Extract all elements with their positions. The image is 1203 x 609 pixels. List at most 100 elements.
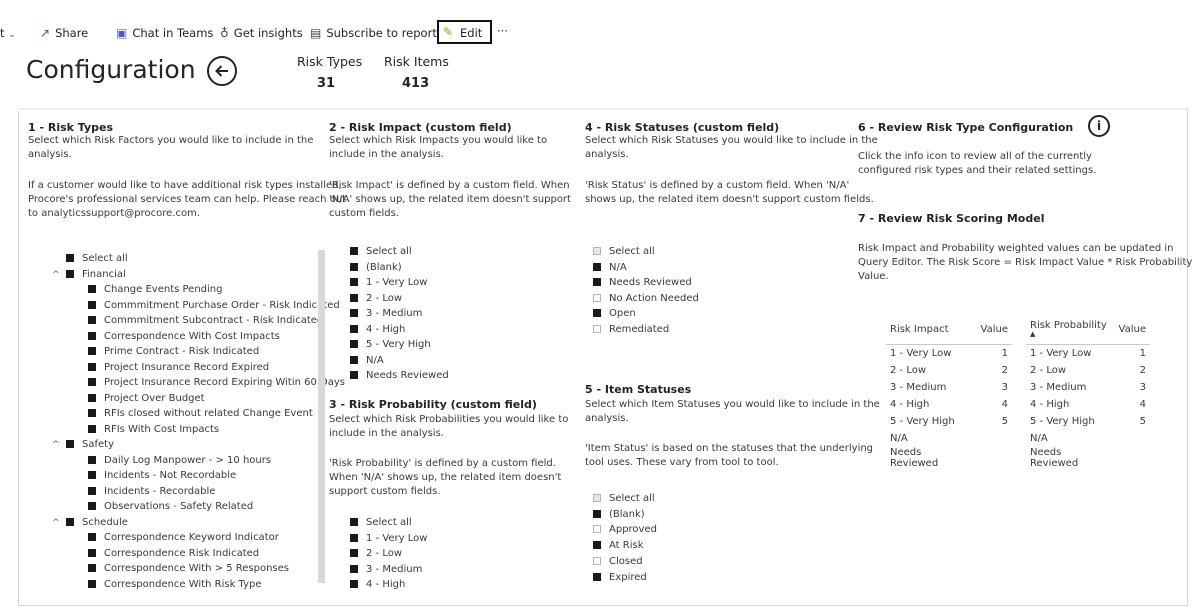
- share-button[interactable]: ↗ Share: [40, 26, 88, 40]
- edit-button[interactable]: ✎ Edit: [437, 20, 492, 44]
- checkbox-icon[interactable]: [88, 300, 96, 309]
- slicer-item[interactable]: Select all: [593, 245, 655, 259]
- slicer-item[interactable]: RFIs With Cost Impacts: [88, 423, 219, 437]
- slicer-item[interactable]: Select all: [350, 245, 412, 259]
- checkbox-icon[interactable]: [593, 494, 601, 502]
- checkbox-icon[interactable]: [66, 254, 74, 262]
- checkbox-icon[interactable]: [88, 316, 96, 324]
- checkbox-icon[interactable]: [88, 362, 96, 371]
- slicer-item[interactable]: Project Insurance Record Expiring Witin …: [88, 376, 345, 390]
- slicer-item[interactable]: Needs Reviewed: [350, 369, 449, 383]
- checkbox-icon[interactable]: [350, 533, 358, 542]
- checkbox-icon[interactable]: [88, 548, 96, 557]
- checkbox-icon[interactable]: [88, 455, 96, 464]
- collapse-caret-icon[interactable]: ^: [52, 438, 62, 452]
- checkbox-icon[interactable]: [350, 247, 358, 255]
- slicer-item[interactable]: Correspondence With Risk Type: [88, 578, 262, 592]
- slicer-item[interactable]: (Blank): [350, 261, 402, 275]
- checkbox-icon[interactable]: [593, 262, 601, 271]
- slicer-item[interactable]: Select all: [52, 252, 128, 266]
- checkbox-icon[interactable]: [88, 533, 96, 541]
- slicer-item[interactable]: 1 - Very Low: [350, 532, 427, 546]
- checkbox-icon[interactable]: [350, 355, 358, 364]
- slicer-item[interactable]: ^ Schedule: [52, 516, 128, 530]
- slicer-item[interactable]: Remediated: [593, 323, 669, 337]
- slicer-item[interactable]: Commmitment Purchase Order - Risk Indica…: [88, 299, 340, 313]
- checkbox-icon[interactable]: [88, 502, 96, 510]
- checkbox-icon[interactable]: [350, 293, 358, 302]
- collapse-caret-icon[interactable]: ^: [52, 268, 62, 282]
- slicer-item[interactable]: Needs Reviewed: [593, 276, 692, 290]
- checkbox-icon[interactable]: [88, 564, 96, 572]
- slicer-item[interactable]: Open: [593, 307, 636, 321]
- checkbox-icon[interactable]: [593, 572, 601, 581]
- checkbox-icon[interactable]: [88, 471, 96, 479]
- slicer-item[interactable]: Incidents - Not Recordable: [88, 469, 236, 483]
- checkbox-icon[interactable]: [350, 518, 358, 526]
- get-insights-button[interactable]: ♁ Get insights: [220, 26, 303, 40]
- collapse-caret-icon[interactable]: ^: [52, 516, 62, 530]
- slicer-item[interactable]: Project Over Budget: [88, 392, 205, 406]
- slicer-item[interactable]: 4 - High: [350, 323, 405, 337]
- slicer-item[interactable]: Incidents - Recordable: [88, 485, 215, 499]
- slicer-item[interactable]: Project Insurance Record Expired: [88, 361, 269, 375]
- checkbox-icon[interactable]: [350, 278, 358, 286]
- slicer-item[interactable]: N/A: [350, 354, 384, 368]
- slicer-item[interactable]: ^ Financial: [52, 268, 126, 282]
- checkbox-icon[interactable]: [593, 293, 601, 302]
- export-menu-button[interactable]: t ⌄: [0, 26, 16, 40]
- slicer-item[interactable]: Correspondence Risk Indicated: [88, 547, 259, 561]
- slicer-item[interactable]: 3 - Medium: [350, 563, 422, 577]
- checkbox-icon[interactable]: [593, 278, 601, 286]
- slicer-item[interactable]: 2 - Low: [350, 547, 402, 561]
- slicer-item[interactable]: Prime Contract - Risk Indicated: [88, 345, 259, 359]
- checkbox-icon[interactable]: [66, 269, 74, 278]
- slicer-item[interactable]: 2 - Low: [350, 292, 402, 306]
- slicer-item[interactable]: Correspondence With > 5 Responses: [88, 562, 289, 576]
- slicer-item[interactable]: 1 - Very Low: [350, 276, 427, 290]
- slicer-item[interactable]: Select all: [350, 516, 412, 530]
- checkbox-icon[interactable]: [66, 440, 74, 448]
- slicer-item[interactable]: Approved: [593, 523, 657, 537]
- slicer-item[interactable]: Closed: [593, 555, 643, 569]
- slicer-item[interactable]: At Risk: [593, 539, 644, 553]
- checkbox-icon[interactable]: [88, 486, 96, 495]
- checkbox-icon[interactable]: [88, 378, 96, 386]
- checkbox-icon[interactable]: [593, 509, 601, 518]
- checkbox-icon[interactable]: [593, 556, 601, 565]
- checkbox-icon[interactable]: [88, 331, 96, 340]
- checkbox-icon[interactable]: [350, 262, 358, 271]
- chat-in-teams-button[interactable]: ▣ Chat in Teams: [116, 26, 213, 40]
- slicer-item[interactable]: N/A: [593, 261, 627, 275]
- slicer-item[interactable]: 4 - High: [350, 578, 405, 592]
- column-header[interactable]: Risk Impact: [886, 314, 977, 345]
- risk-types-scrollbar[interactable]: [318, 250, 325, 583]
- back-button[interactable]: [207, 56, 237, 86]
- slicer-item[interactable]: ^ Safety: [52, 438, 114, 452]
- checkbox-icon[interactable]: [593, 541, 601, 550]
- checkbox-icon[interactable]: [350, 549, 358, 557]
- checkbox-icon[interactable]: [88, 347, 96, 355]
- checkbox-icon[interactable]: [350, 371, 358, 379]
- slicer-item[interactable]: 3 - Medium: [350, 307, 422, 321]
- slicer-item[interactable]: Commmitment Subcontract - Risk Indicated: [88, 314, 323, 328]
- checkbox-icon[interactable]: [88, 579, 96, 588]
- slicer-item[interactable]: Correspondence Keyword Indicator: [88, 531, 279, 545]
- more-options-button[interactable]: ···: [497, 24, 508, 38]
- checkbox-icon[interactable]: [88, 393, 96, 402]
- slicer-item[interactable]: (Blank): [593, 508, 645, 522]
- info-icon[interactable]: i: [1088, 115, 1110, 137]
- column-header[interactable]: Value: [976, 314, 1012, 345]
- slicer-item[interactable]: 5 - Very High: [350, 338, 431, 352]
- checkbox-icon[interactable]: [350, 309, 358, 317]
- checkbox-icon[interactable]: [88, 285, 96, 293]
- checkbox-icon[interactable]: [350, 580, 358, 588]
- slicer-item[interactable]: RFIs closed without related Change Event: [88, 407, 313, 421]
- checkbox-icon[interactable]: [593, 309, 601, 317]
- slicer-item[interactable]: Correspondence With Cost Impacts: [88, 330, 280, 344]
- checkbox-icon[interactable]: [593, 324, 601, 333]
- checkbox-icon[interactable]: [88, 409, 96, 417]
- checkbox-icon[interactable]: [593, 247, 601, 255]
- checkbox-icon[interactable]: [593, 525, 601, 534]
- checkbox-icon[interactable]: [66, 517, 74, 526]
